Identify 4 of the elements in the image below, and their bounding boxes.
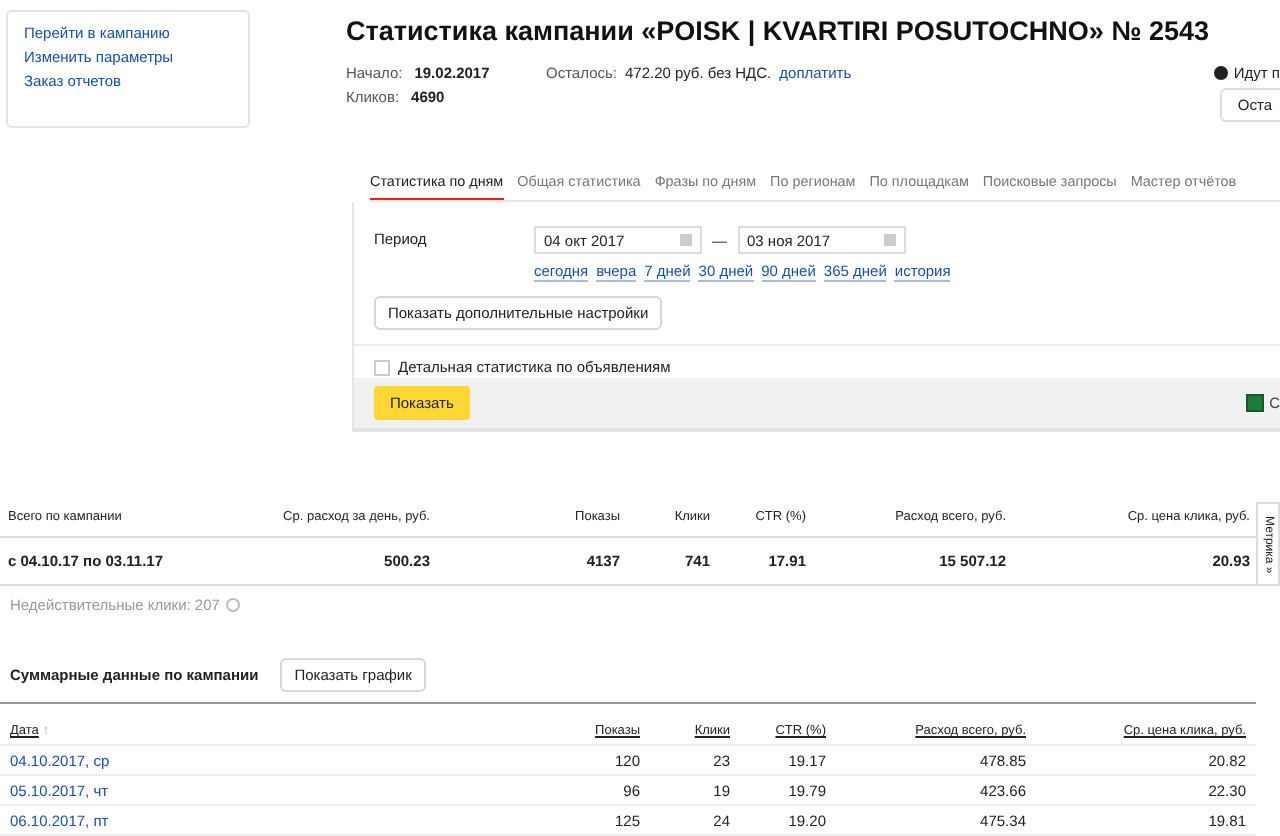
info-icon: [1213, 66, 1228, 80]
page-title: Статистика кампании «POISK | KVARTIRI POSUTOCHNO» № 2543: [346, 16, 1212, 46]
help-icon: [225, 598, 240, 612]
checkbox[interactable]: [374, 359, 390, 375]
